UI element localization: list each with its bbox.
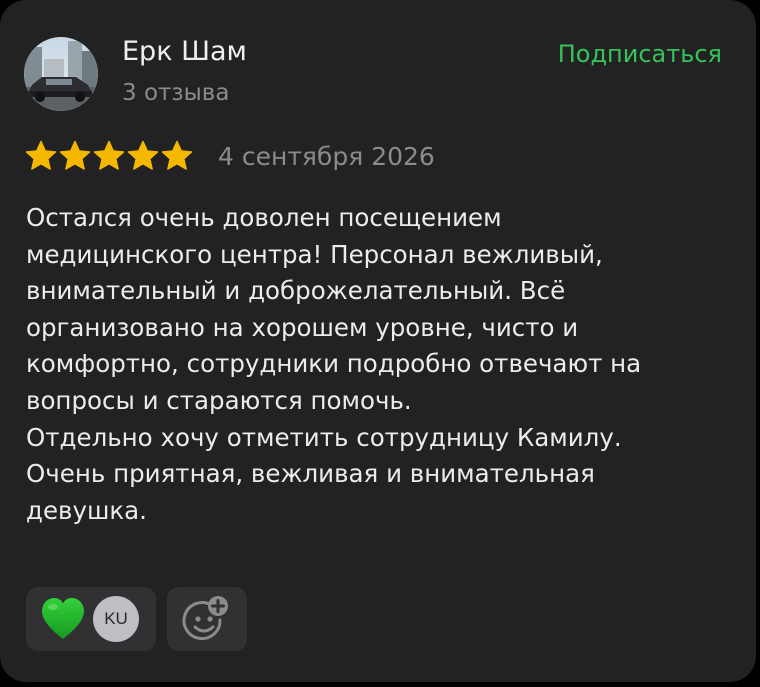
avatar[interactable]: [24, 37, 98, 111]
review-date: 4 сентября 2026: [218, 142, 435, 171]
star-icon: [93, 140, 125, 171]
star-icon: [127, 140, 159, 171]
rating-stars: [25, 140, 193, 171]
star-icon: [59, 140, 91, 171]
review-count: 3 отзыва: [122, 80, 230, 106]
review-card: Ерк Шам 3 отзыва Подписаться 4 сентября …: [0, 0, 756, 682]
review-text-line: внимательный и доброжелательный. Всё: [26, 276, 566, 306]
review-text-line: девушка.: [26, 495, 147, 525]
subscribe-button[interactable]: Подписаться: [558, 38, 722, 70]
review-text-line: комфортно, сотрудники подробно отвечают …: [26, 349, 642, 379]
user-initials-badge: KU: [93, 596, 139, 642]
review-text-line: Очень приятная, вежливая и внимательная: [26, 459, 595, 489]
review-text-line: вопросы и стараются помочь.: [26, 385, 412, 415]
review-text-line: медицинского центра! Персонал вежливый,: [26, 239, 603, 269]
review-text-line: Остался очень доволен посещением: [26, 203, 502, 232]
green-heart-icon: [39, 597, 87, 641]
author-name[interactable]: Ерк Шам: [122, 34, 247, 70]
add-reaction-button[interactable]: [167, 587, 247, 651]
star-icon: [25, 140, 57, 171]
reactions-group[interactable]: KU: [26, 587, 156, 651]
review-text-line: организовано на хорошем уровне, чисто и: [26, 312, 579, 342]
add-reaction-smile-icon: [181, 596, 233, 642]
review-text-line: Отдельно хочу отметить сотрудницу Камилу…: [26, 422, 622, 452]
review-text: Остался очень доволен посещением медицинс…: [26, 200, 726, 529]
star-icon: [161, 140, 193, 171]
